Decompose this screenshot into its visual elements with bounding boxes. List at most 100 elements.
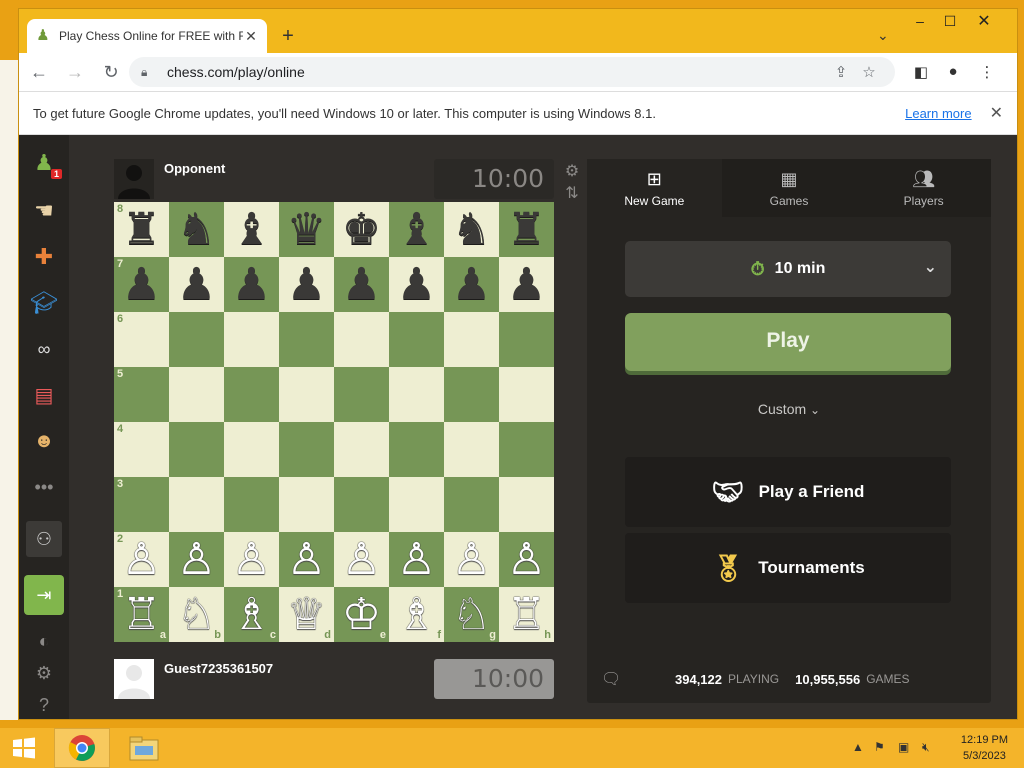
black-piece[interactable]: ♝ [397, 207, 436, 252]
new-tab-icon[interactable]: + [277, 25, 299, 47]
chrome-taskbar-icon[interactable] [54, 728, 110, 768]
white-piece[interactable]: ♔ [342, 592, 381, 637]
square-b3[interactable] [169, 477, 224, 532]
square-f1[interactable]: ♗ f [389, 587, 444, 642]
square-c8[interactable]: ♝ [224, 202, 279, 257]
square-a1[interactable]: ♖ 1 a [114, 587, 169, 642]
play-a-friend-button[interactable]: 🤝︎ Play a Friend [625, 457, 951, 527]
square-a4[interactable]: 4 [114, 422, 169, 477]
reload-icon[interactable]: ↻ [95, 56, 127, 88]
square-a8[interactable]: ♜ 8 [114, 202, 169, 257]
infobar-close-icon[interactable]: ✕ [990, 103, 1003, 123]
tab-close-icon[interactable]: ✕ [243, 28, 259, 45]
black-piece[interactable]: ♝ [232, 207, 271, 252]
square-b7[interactable]: ♟ [169, 257, 224, 312]
square-e1[interactable]: ♔ e [334, 587, 389, 642]
square-f7[interactable]: ♟ [389, 257, 444, 312]
file-explorer-icon[interactable] [116, 728, 172, 768]
square-g3[interactable] [444, 477, 499, 532]
square-b2[interactable]: ♙ [169, 532, 224, 587]
square-f3[interactable] [389, 477, 444, 532]
square-b8[interactable]: ♞ [169, 202, 224, 257]
black-piece[interactable]: ♟ [232, 262, 271, 307]
square-h7[interactable]: ♟ [499, 257, 554, 312]
square-a3[interactable]: 3 [114, 477, 169, 532]
square-g7[interactable]: ♟ [444, 257, 499, 312]
puzzle-icon[interactable]: ✚ [26, 239, 62, 275]
square-b6[interactable] [169, 312, 224, 367]
white-piece[interactable]: ♙ [507, 537, 546, 582]
play-hand-icon[interactable]: ☚ [26, 193, 62, 229]
action-center-flag-icon[interactable]: ⚑ [874, 740, 885, 754]
window-close-icon[interactable]: ✕ [969, 11, 999, 31]
chess-logo-icon[interactable]: ♟ 1 [26, 145, 62, 181]
add-friend-icon[interactable]: ⚇ [26, 521, 62, 557]
windows-start-icon[interactable] [10, 736, 38, 760]
square-e8[interactable]: ♚ [334, 202, 389, 257]
play-button[interactable]: Play [625, 313, 951, 371]
square-c3[interactable] [224, 477, 279, 532]
white-piece[interactable]: ♘ [452, 592, 491, 637]
square-d3[interactable] [279, 477, 334, 532]
square-h6[interactable] [499, 312, 554, 367]
black-piece[interactable]: ♟ [507, 262, 546, 307]
white-piece[interactable]: ♗ [232, 592, 271, 637]
black-piece[interactable]: ♟ [122, 262, 161, 307]
square-d2[interactable]: ♙ [279, 532, 334, 587]
white-piece[interactable]: ♙ [342, 537, 381, 582]
square-f5[interactable] [389, 367, 444, 422]
square-a5[interactable]: 5 [114, 367, 169, 422]
square-h3[interactable] [499, 477, 554, 532]
bookmark-star-icon[interactable]: ☆ [855, 63, 883, 81]
square-c4[interactable] [224, 422, 279, 477]
square-c7[interactable]: ♟ [224, 257, 279, 312]
white-piece[interactable]: ♙ [397, 537, 436, 582]
square-e6[interactable] [334, 312, 389, 367]
chess-board[interactable]: ♜ 8 ♞ ♝ ♛ ♚ ♝ ♞ ♜ ♟ 7 ♟ ♟ ♟ ♟ ♟ ♟ ♟ 6 5 4 3 ♙ 2 ♙ ♙ ♙ ♙ ♙ ♙ ♙ ♖ 1 a ♘ b ♗ c ♕ d… [114, 202, 554, 642]
black-piece[interactable]: ♟ [342, 262, 381, 307]
square-e4[interactable] [334, 422, 389, 477]
white-piece[interactable]: ♖ [122, 592, 161, 637]
white-piece[interactable]: ♙ [287, 537, 326, 582]
square-c5[interactable] [224, 367, 279, 422]
login-icon[interactable]: ⇥ [24, 575, 64, 615]
square-h1[interactable]: ♖ h [499, 587, 554, 642]
tab-players[interactable]: 👥︎ Players [856, 159, 992, 217]
black-piece[interactable]: ♜ [122, 207, 161, 252]
black-piece[interactable]: ♟ [397, 262, 436, 307]
square-c2[interactable]: ♙ [224, 532, 279, 587]
square-h8[interactable]: ♜ [499, 202, 554, 257]
square-c6[interactable] [224, 312, 279, 367]
square-d6[interactable] [279, 312, 334, 367]
white-piece[interactable]: ♕ [287, 592, 326, 637]
square-e5[interactable] [334, 367, 389, 422]
system-clock[interactable]: 12:19 PM 5/3/2023 [961, 732, 1008, 764]
learn-cap-icon[interactable]: 🎓︎ [26, 285, 62, 321]
square-g2[interactable]: ♙ [444, 532, 499, 587]
square-g8[interactable]: ♞ [444, 202, 499, 257]
square-g4[interactable] [444, 422, 499, 477]
square-h4[interactable] [499, 422, 554, 477]
learn-more-link[interactable]: Learn more [905, 106, 971, 121]
address-bar[interactable]: 🔒︎ chess.com/play/online ⇪ ☆ [129, 57, 895, 87]
white-piece[interactable]: ♙ [452, 537, 491, 582]
square-a7[interactable]: ♟ 7 [114, 257, 169, 312]
square-e7[interactable]: ♟ [334, 257, 389, 312]
square-b4[interactable] [169, 422, 224, 477]
more-dots-icon[interactable]: ••• [26, 469, 62, 505]
minimize-icon[interactable]: – [905, 13, 935, 29]
white-piece[interactable]: ♗ [397, 592, 436, 637]
square-d1[interactable]: ♕ d [279, 587, 334, 642]
settings-gear-icon[interactable]: ⚙ [26, 655, 62, 691]
volume-muted-icon[interactable]: 🔇︎ [922, 740, 930, 755]
help-question-icon[interactable]: ? [26, 687, 62, 723]
square-b1[interactable]: ♘ b [169, 587, 224, 642]
flip-board-icon[interactable]: ⇅ [562, 183, 582, 203]
square-a2[interactable]: ♙ 2 [114, 532, 169, 587]
black-piece[interactable]: ♟ [452, 262, 491, 307]
square-g1[interactable]: ♘ g [444, 587, 499, 642]
chat-icon[interactable]: 🗨︎ [601, 669, 621, 689]
square-g5[interactable] [444, 367, 499, 422]
white-piece[interactable]: ♙ [232, 537, 271, 582]
square-d8[interactable]: ♛ [279, 202, 334, 257]
